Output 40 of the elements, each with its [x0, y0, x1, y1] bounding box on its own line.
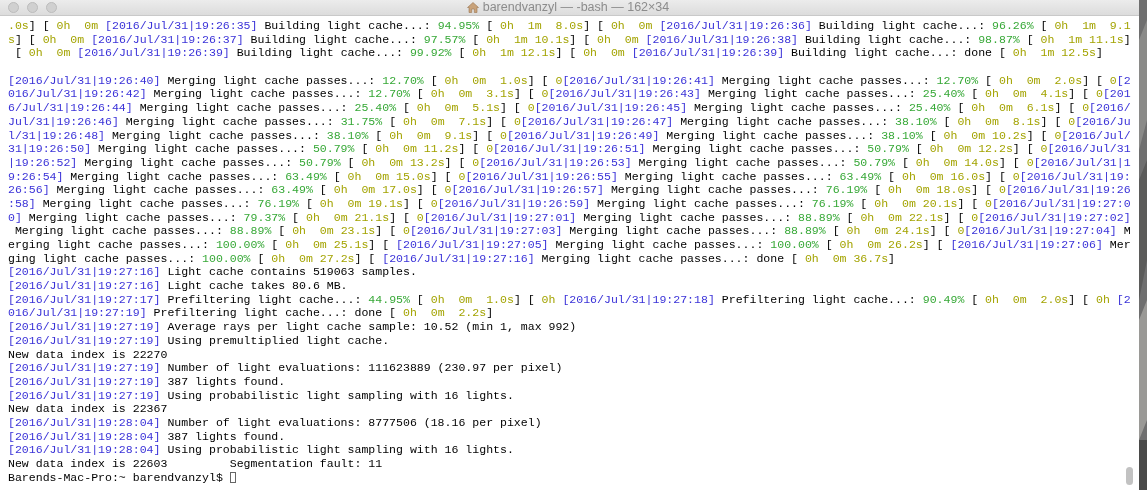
terminal-line: Merging light cache passes...: 88.89% [ 0h 0m 23.1s] [ 0[2016/Jul/31|19:27:03] Merging light cache passes...: 88.89% [ 0h 0m 24.1s] [ 0[2016/Jul/31|19:27:04] M: [13, 224, 1132, 238]
terminal-line: 6/Jul/31|19:26:44] Merging light cache passes...: 25.40% [ 0h 0m 5.1s] [ 0[2016/Jul/31|19:26:45] Merging light cache passes...: 25.40% [ 0h 0m 6.1s] [ 0[2016/: [8, 101, 1132, 115]
terminal-line: 9:26:54] Merging light cache passes...: 63.49% [ 0h 0m 15.0s] [ 0[2016/Jul/31|19:26:55] Merging light cache passes...: 63.49% [ 0h 0m 16.0s] [ 0[2016/Jul/31|19:: [8, 169, 1132, 184]
terminal-line: New data index is 22270: [8, 347, 169, 362]
terminal-line: [2016/Jul/31|19:28:04] Using probabilistic light sampling with 16 lights.: [8, 443, 515, 457]
terminal-line: [2016/Jul/31|19:27:16] Light cache takes 80.6 MB.: [8, 279, 349, 293]
terminal-line: [ 0h 0m [2016/Jul/31|19:26:39] Building light cache...: 99.92% [ 0h 1m 12.1s] [ 0h 0m [2016/Jul/31|19:26:39] Building light cache...: done [ 0h 1m 12.5s]: [13, 46, 1104, 61]
terminal-line: New data index is 22367: [8, 402, 169, 416]
terminal-line: [2016/Jul/31|19:28:04] 387 lights found.: [8, 429, 287, 444]
terminal-line: [2016/Jul/31|19:27:16] Light cache contains 519063 samples.: [8, 265, 418, 280]
terminal-line: ging light cache passes...: 100.00% [ 0h 0m 27.2s] [ [2016/Jul/31|19:27:16] Merging light cache passes...: done [ 0h 0m 36.7s]: [8, 251, 896, 266]
terminal-line: :58] Merging light cache passes...: 76.19% [ 0h 0m 19.1s] [ 0[2016/Jul/31|19:26:59] Merging light cache passes...: 76.19% [ 0h 0m 20.1s] [ 0[2016/Jul/31|19:27:0: [8, 196, 1132, 211]
terminal-line: [2016/Jul/31|19:27:19] Using premultiplied light cache.: [8, 333, 391, 348]
terminal-line: 0] Merging light cache passes...: 79.37% [ 0h 0m 21.1s] [ 0[2016/Jul/31|19:27:01] Merging light cache passes...: 88.89% [ 0h 0m 22.1s] [ 0[2016/Jul/31|19:27:02]: [8, 210, 1132, 225]
terminal-line: [2016/Jul/31|19:27:19] Using probabilistic light sampling with 16 lights.: [8, 388, 515, 403]
window-title: barendvanzyl — -bash — 162×34: [482, 0, 670, 15]
terminal-line: 016/Jul/31|19:26:42] Merging light cache passes...: 12.70% [ 0h 0m 3.1s] [ 0[2016/Jul/31|19:26:43] Merging light cache passes...: 25.40% [ 0h 0m 4.1s] [ 0[201: [8, 87, 1132, 102]
terminal-line: |19:26:52] Merging light cache passes...: 50.79% [ 0h 0m 13.2s] [ 0[2016/Jul/31|19:26:53] Merging light cache passes...: 50.79% [ 0h 0m 14.0s] [ 0[2016/Jul/31|1: [8, 155, 1132, 170]
terminal-line: l/31|19:26:48] Merging light cache passes...: 38.10% [ 0h 0m 9.1s] [ 0[2016/Jul/31|19:26:49] Merging light cache passes...: 38.10% [ 0h 0m 10.2s] [ 0[2016/Jul/: [8, 128, 1132, 143]
terminal-line: [2016/Jul/31|19:26:40] Merging light cache passes...: 12.70% [ 0h 0m 1.0s] [ 0[2016/Jul/31|19:26:41] Merging light cache passes...: 12.70% [ 0h 0m 2.0s] [ 0[2: [8, 73, 1132, 88]
terminal-line: erging light cache passes...: 100.00% [ 0h 0m 25.1s] [ [2016/Jul/31|19:27:05] Merging light cache passes...: 100.00% [ 0h 0m 26.2s] [ [2016/Jul/31|19:27:06] Mer: [8, 238, 1132, 252]
zoom-button[interactable]: [46, 2, 57, 13]
terminal-line: [2016/Jul/31|19:27:19] Average rays per light cache sample: 10.52 (min 1, max 992): [8, 320, 578, 334]
terminal-line: Jul/31|19:26:46] Merging light cache passes...: 31.75% [ 0h 0m 7.1s] [ 0[2016/Jul/31|19:26:47] Merging light cache passes...: 38.10% [ 0h 0m 8.1s] [ 0[2016/Ju: [8, 114, 1132, 129]
terminal-line: New data index is 22603 Segmentation fault: 11: [8, 457, 384, 471]
terminal-line: 016/Jul/31|19:27:19] Prefiltering light cache...: done [ 0h 0m 2.2s]: [8, 306, 495, 321]
text-cursor: [229, 472, 236, 484]
scrollbar-thumb[interactable]: [1126, 467, 1133, 485]
shell-prompt: Barends-Mac-Pro:~ barendvanzyl$: [8, 470, 224, 485]
home-icon: [466, 2, 479, 13]
terminal-line: 31|19:26:50] Merging light cache passes...: 50.79% [ 0h 0m 11.2s] [ 0[2016/Jul/31|19:26:51] Merging light cache passes...: 50.79% [ 0h 0m 12.2s] [ 0[2016/Jul/31: [8, 142, 1132, 156]
terminal-line: 26:56] Merging light cache passes...: 63.49% [ 0h 0m 17.0s] [ 0[2016/Jul/31|19:26:57] Merging light cache passes...: 76.19% [ 0h 0m 18.0s] [ 0[2016/Jul/31|19:26: [8, 183, 1132, 197]
terminal-line: s] [ 0h 0m [2016/Jul/31|19:26:37] Building light cache...: 97.57% [ 0h 1m 10.1s] [ 0h 0m [2016/Jul/31|19:26:38] Building light cache...: 98.87% [ 0h 1m 11.1s]: [8, 32, 1132, 47]
terminal-line: [2016/Jul/31|19:27:19] Number of light evaluations: 111623889 (230.97 per pixel): [8, 361, 564, 375]
terminal-line: .0s] [ 0h 0m [2016/Jul/31|19:26:35] Building light cache...: 94.95% [ 0h 1m 8.0s] [ 0h 0m [2016/Jul/31|19:26:36] Building light cache...: 96.26% [ 0h 1m 9.1: [8, 19, 1132, 33]
terminal-line: [2016/Jul/31|19:28:04] Number of light evaluations: 8777506 (18.16 per pixel): [8, 415, 543, 430]
terminal-line: [2016/Jul/31|19:27:17] Prefiltering light cache...: 44.95% [ 0h 0m 1.0s] [ 0h [2016/Jul/31|19:27:18] Prefiltering light cache...: 90.49% [ 0h 0m 2.0s] [ 0h [2: [8, 292, 1132, 307]
minimize-button[interactable]: [27, 2, 38, 13]
terminal-line: [2016/Jul/31|19:27:19] 387 lights found.: [8, 374, 287, 389]
close-button[interactable]: [8, 2, 19, 13]
